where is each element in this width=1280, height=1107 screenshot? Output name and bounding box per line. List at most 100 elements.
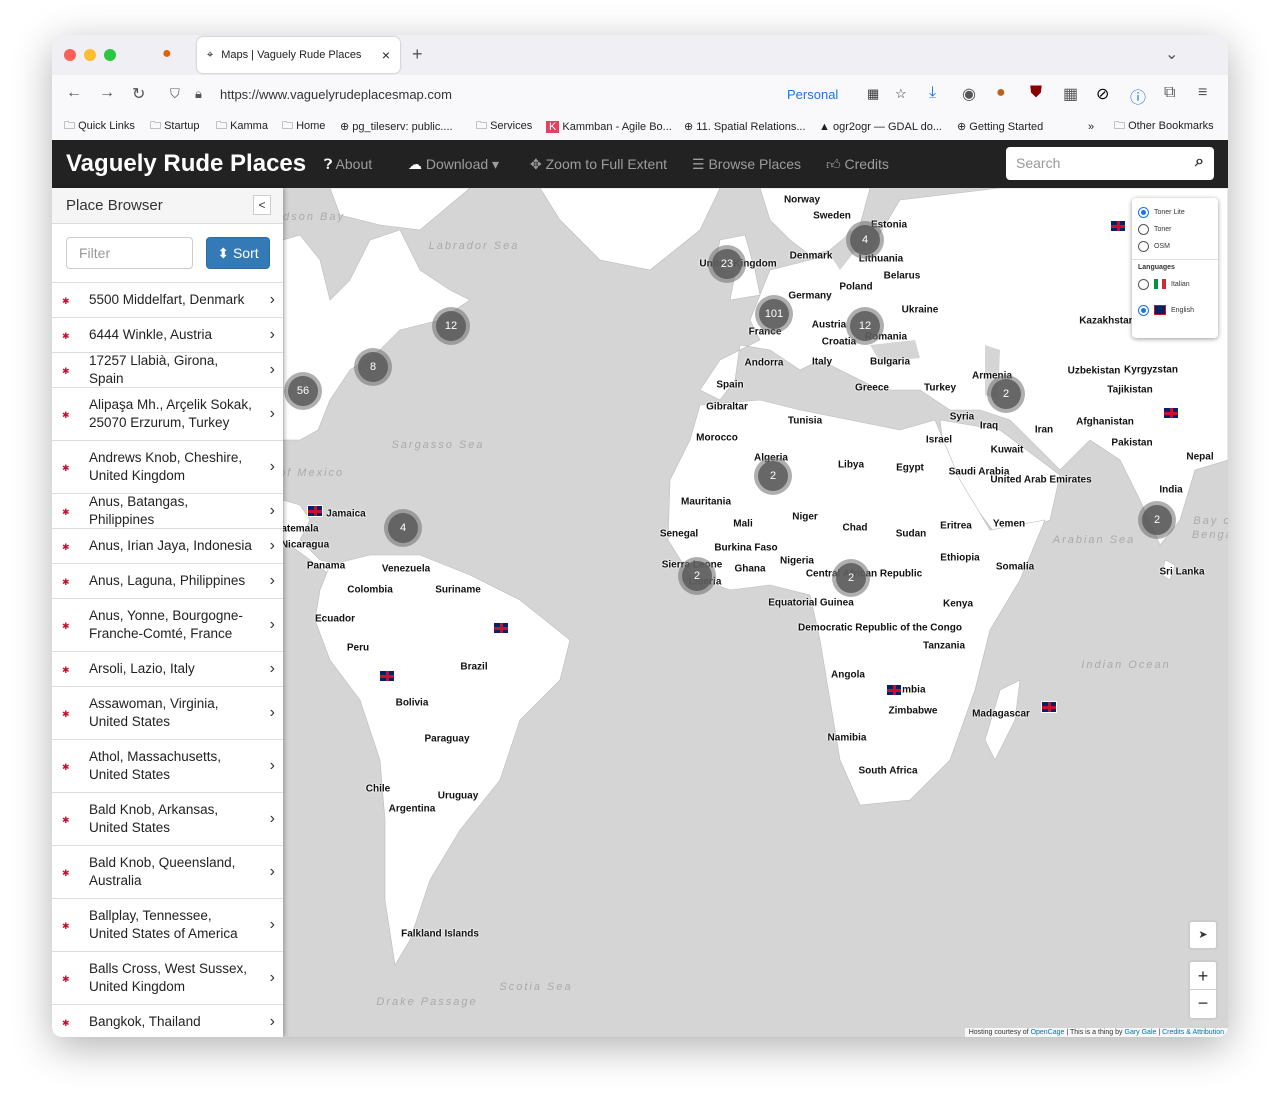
place-list-item[interactable]: ✱ 6444 Winkle, Austria › bbox=[52, 318, 283, 353]
forward-icon[interactable]: → bbox=[99, 84, 115, 102]
cluster-marker[interactable]: 2 bbox=[678, 557, 716, 595]
search-input[interactable]: Search ⌕ bbox=[1006, 147, 1214, 180]
cluster-marker[interactable]: 2 bbox=[1138, 501, 1176, 539]
menu-icon[interactable]: ≡ bbox=[1198, 84, 1207, 102]
close-tab-icon[interactable]: × bbox=[382, 47, 390, 63]
password-icon[interactable]: ⓘ bbox=[1130, 84, 1146, 108]
place-list-item[interactable]: ✱ Ballplay, Tennessee, United States of A… bbox=[52, 899, 283, 952]
maximize-window-button[interactable] bbox=[104, 49, 116, 61]
locate-button[interactable]: ➤ bbox=[1188, 920, 1218, 950]
place-list-item[interactable]: ✱ Bald Knob, Queensland, Australia › bbox=[52, 846, 283, 899]
cluster-marker[interactable]: 12 bbox=[432, 307, 470, 345]
filter-input[interactable]: Filter bbox=[66, 237, 193, 269]
bookmark-home[interactable]: 🗀 Home bbox=[282, 117, 325, 136]
nav-about[interactable]: ❓︎ About bbox=[324, 156, 372, 173]
radio-toner[interactable] bbox=[1138, 224, 1149, 235]
cluster-marker[interactable]: 12 bbox=[846, 307, 884, 345]
extensions-icon[interactable]: ⧉ bbox=[1164, 84, 1175, 102]
cluster-marker[interactable]: 2 bbox=[754, 457, 792, 495]
bookmark-kamma[interactable]: 🗀 Kamma bbox=[216, 117, 268, 136]
reload-icon[interactable]: ↻ bbox=[132, 84, 145, 104]
star-icon[interactable]: ☆ bbox=[895, 86, 907, 102]
cluster-marker[interactable]: 8 bbox=[354, 348, 392, 386]
list-tabs-icon[interactable]: ⌄ bbox=[1165, 44, 1178, 64]
uk-flag-marker-icon[interactable] bbox=[307, 505, 323, 517]
layer-control[interactable]: Toner Lite Toner OSM Languages Italian E… bbox=[1132, 198, 1218, 338]
language-italian[interactable]: Italian bbox=[1138, 271, 1212, 297]
map[interactable]: NorwaySwedenEstoniaUnited KingdomDenmark… bbox=[283, 188, 1228, 1037]
qr-icon[interactable]: ▦ bbox=[867, 86, 879, 102]
nav-browse-places[interactable]: ☰ Browse Places bbox=[692, 156, 801, 173]
bookmark-getting-started[interactable]: ⊕ Getting Started bbox=[957, 120, 1043, 133]
place-list-item[interactable]: ✱ Balls Cross, West Sussex, United Kingdo… bbox=[52, 952, 283, 1005]
extension-avatar-icon[interactable]: ◉ bbox=[962, 84, 976, 104]
place-list-item[interactable]: ✱ Andrews Knob, Cheshire, United Kingdom › bbox=[52, 441, 283, 494]
back-icon[interactable]: ← bbox=[66, 84, 82, 102]
place-list-item[interactable]: ✱ Bald Knob, Arkansas, United States › bbox=[52, 793, 283, 846]
ublock-icon[interactable]: ⛊ bbox=[1030, 84, 1042, 102]
nav-zoom-full-extent[interactable]: ✥ Zoom to Full Extent bbox=[530, 156, 667, 173]
cluster-marker[interactable]: 23 bbox=[708, 245, 746, 283]
radio-toner-lite[interactable] bbox=[1138, 207, 1149, 218]
credits-link[interactable]: Credits & Attribution bbox=[1162, 1029, 1224, 1036]
cookie-icon[interactable]: ● bbox=[996, 84, 1006, 102]
cluster-marker[interactable]: 4 bbox=[846, 221, 884, 259]
radio-osm[interactable] bbox=[1138, 241, 1149, 252]
cluster-marker[interactable]: 56 bbox=[284, 372, 322, 410]
place-list-item[interactable]: ✱ Bangkok, Thailand › bbox=[52, 1005, 283, 1037]
place-list-item[interactable]: ✱ Arsoli, Lazio, Italy › bbox=[52, 652, 283, 687]
url-bar[interactable]: ⛉ 🔒︎ https://www.vaguelyrudeplacesmap.co… bbox=[162, 80, 907, 108]
place-list-item[interactable]: ✱ 17257 Llabià, Girona, Spain › bbox=[52, 353, 283, 388]
minimize-window-button[interactable] bbox=[84, 49, 96, 61]
place-list-item[interactable]: ✱ Alipaşa Mh., Arçelik Sokak, 25070 Erzur… bbox=[52, 388, 283, 441]
layer-toner-lite[interactable]: Toner Lite bbox=[1138, 204, 1212, 221]
gary-gale-link[interactable]: Gary Gale bbox=[1125, 1029, 1157, 1036]
uk-flag-marker-icon[interactable] bbox=[1110, 220, 1126, 232]
uk-flag-marker-icon[interactable] bbox=[886, 684, 902, 696]
place-list-item[interactable]: ✱ Anus, Yonne, Bourgogne-Franche-Comté, F… bbox=[52, 599, 283, 652]
place-list-item[interactable]: ✱ 5500 Middelfart, Denmark › bbox=[52, 283, 283, 318]
bookmark-services[interactable]: 🗀 Services bbox=[476, 117, 532, 136]
grid-icon[interactable]: ▦ bbox=[1063, 84, 1078, 104]
more-bookmarks-icon[interactable]: » bbox=[1088, 121, 1094, 133]
container-label[interactable]: Personal bbox=[787, 87, 838, 102]
cluster-marker[interactable]: 2 bbox=[987, 375, 1025, 413]
new-tab-button[interactable]: + bbox=[412, 44, 423, 65]
collapse-sidebar-button[interactable]: < bbox=[253, 195, 271, 215]
radio-italian[interactable] bbox=[1138, 278, 1149, 290]
bookmark-spatial-relations[interactable]: ⊕ 11. Spatial Relations... bbox=[684, 120, 806, 133]
block-icon[interactable]: ⊘ bbox=[1096, 84, 1109, 104]
bookmark-pg-tileserv[interactable]: ⊕ pg_tileserv: public.... bbox=[340, 120, 453, 133]
sort-button[interactable]: ⬍ Sort bbox=[206, 237, 270, 269]
place-list-item[interactable]: ✱ Athol, Massachusetts, United States › bbox=[52, 740, 283, 793]
download-icon[interactable]: ⤓ bbox=[929, 84, 936, 102]
language-english[interactable]: English bbox=[1138, 297, 1212, 323]
place-list-item[interactable]: ✱ Anus, Laguna, Philippines › bbox=[52, 564, 283, 599]
tab-active[interactable]: ⌖ Maps | Vaguely Rude Places × bbox=[197, 37, 400, 73]
zoom-in-button[interactable]: + bbox=[1190, 962, 1216, 990]
bookmark-quick-links[interactable]: 🗀 Quick Links bbox=[64, 117, 135, 136]
bookmark-other[interactable]: 🗀 Other Bookmarks bbox=[1114, 117, 1214, 136]
search-icon[interactable]: ⌕ bbox=[1195, 153, 1204, 171]
uk-flag-marker-icon[interactable] bbox=[1163, 407, 1179, 419]
cluster-marker[interactable]: 4 bbox=[384, 509, 422, 547]
layer-toner[interactable]: Toner bbox=[1138, 221, 1212, 238]
uk-flag-marker-icon[interactable] bbox=[379, 670, 395, 682]
uk-flag-marker-icon[interactable] bbox=[493, 622, 509, 634]
bookmark-startup[interactable]: 🗀 Startup bbox=[150, 117, 200, 136]
opencage-link[interactable]: OpenCage bbox=[1031, 1029, 1065, 1036]
bookmark-ogr2ogr[interactable]: ▲ ogr2ogr — GDAL do... bbox=[819, 121, 942, 133]
cluster-marker[interactable]: 2 bbox=[832, 559, 870, 597]
uk-flag-marker-icon[interactable] bbox=[1041, 701, 1057, 713]
zoom-out-button[interactable]: − bbox=[1190, 990, 1216, 1018]
nav-download[interactable]: ☁ Download ▾ bbox=[408, 156, 499, 173]
close-window-button[interactable] bbox=[64, 49, 76, 61]
place-list-item[interactable]: ✱ Assawoman, Virginia, United States › bbox=[52, 687, 283, 740]
bookmark-kammban[interactable]: K Kammban - Agile Bo... bbox=[546, 120, 672, 133]
place-list-item[interactable]: ✱ Anus, Batangas, Philippines › bbox=[52, 494, 283, 529]
radio-english[interactable] bbox=[1138, 304, 1149, 316]
nav-credits[interactable]: 👍︎ Credits bbox=[826, 156, 889, 173]
brand-title[interactable]: Vaguely Rude Places bbox=[66, 150, 306, 178]
place-list-item[interactable]: ✱ Anus, Irian Jaya, Indonesia › bbox=[52, 529, 283, 564]
cluster-marker[interactable]: 101 bbox=[755, 295, 793, 333]
